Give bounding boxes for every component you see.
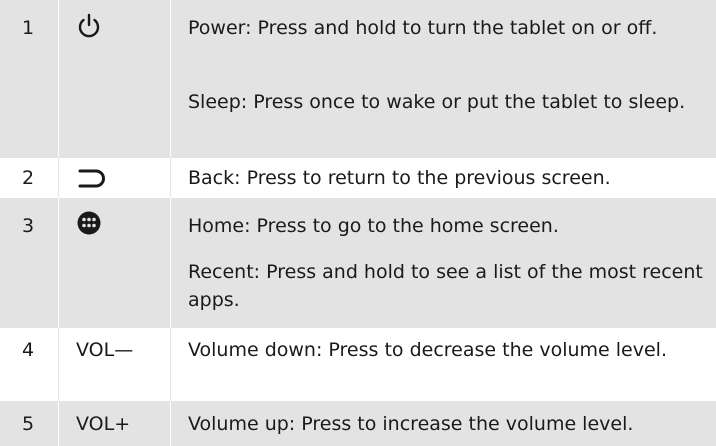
- home-icon: [76, 210, 102, 240]
- row-number: 1: [22, 17, 35, 39]
- number-cell: 1: [0, 0, 59, 158]
- number-cell: 4: [0, 328, 59, 401]
- table-row: 2 Back: Press to return to the previous …: [0, 158, 716, 198]
- key-cell: [58, 198, 171, 328]
- number-cell: 5: [0, 401, 59, 446]
- description-cell: Volume down: Press to decrease the volum…: [171, 328, 716, 401]
- description-text: Home: Press to go to the home screen.: [188, 215, 559, 237]
- key-cell: [58, 158, 171, 198]
- table-row: 4 VOL— Volume down: Press to decrease th…: [0, 328, 716, 401]
- description-cell: Volume up: Press to increase the volume …: [171, 401, 716, 446]
- table-row: 5 VOL+ Volume up: Press to increase the …: [0, 401, 716, 446]
- description-cell: Home: Press to go to the home screen. Re…: [171, 198, 716, 328]
- key-cell: VOL—: [58, 328, 171, 401]
- table-row: 3 Home: Press to go to the home screen. …: [0, 198, 716, 328]
- key-cell: [58, 0, 171, 158]
- key-label: VOL+: [76, 413, 131, 435]
- power-icon: [76, 12, 102, 44]
- description-text: Power: Press and hold to turn the tablet…: [188, 17, 658, 39]
- description-text: Volume down: Press to decrease the volum…: [188, 339, 667, 361]
- number-cell: 2: [0, 158, 59, 198]
- table-row: 1 Power: Press and hold to turn the tabl…: [0, 0, 716, 158]
- description-text: Back: Press to return to the previous sc…: [188, 167, 611, 189]
- key-cell: VOL+: [58, 401, 171, 446]
- row-number: 3: [22, 215, 35, 237]
- number-cell: 3: [0, 198, 59, 328]
- key-label: VOL—: [76, 339, 134, 361]
- row-number: 5: [22, 413, 35, 435]
- button-reference-table: 1 Power: Press and hold to turn the tabl…: [0, 0, 716, 446]
- description-cell: Power: Press and hold to turn the tablet…: [171, 0, 716, 158]
- row-number: 4: [22, 339, 35, 361]
- back-icon: [76, 168, 106, 194]
- description-text: Sleep: Press once to wake or put the tab…: [188, 91, 686, 113]
- description-text: Volume up: Press to increase the volume …: [188, 413, 634, 435]
- description-cell: Back: Press to return to the previous sc…: [171, 158, 716, 198]
- description-text: Recent: Press and hold to see a list of …: [188, 261, 703, 311]
- row-number: 2: [22, 167, 35, 189]
